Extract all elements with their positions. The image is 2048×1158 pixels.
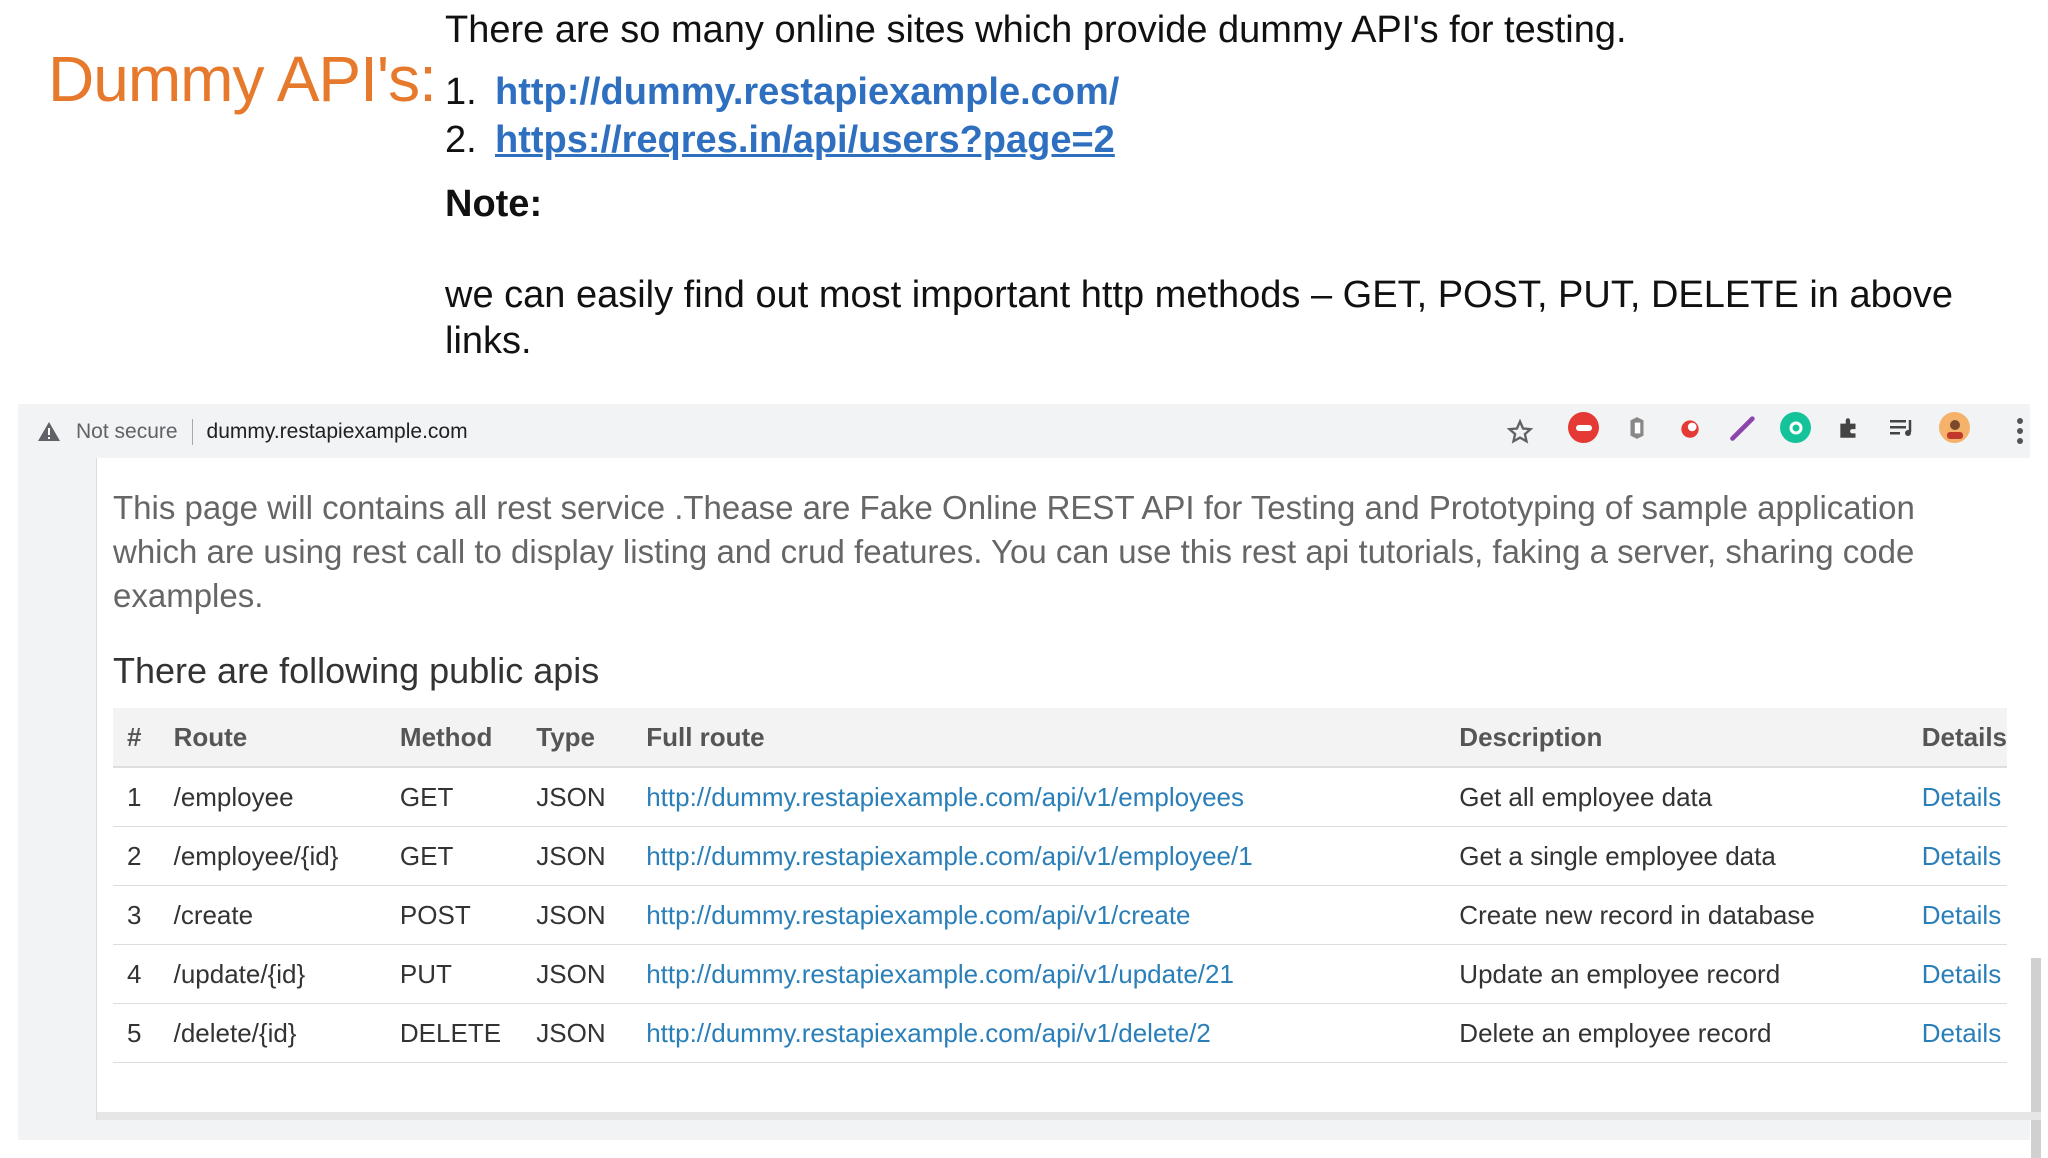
cell-type: JSON bbox=[522, 826, 633, 886]
reqres-link[interactable]: https://reqres.in/api/users?page=2 bbox=[495, 116, 1115, 164]
col-header-full-route: Full route bbox=[632, 708, 1446, 768]
media-control-icon[interactable] bbox=[1886, 412, 1917, 443]
cell-method: GET bbox=[385, 826, 523, 886]
feather-extension-icon[interactable] bbox=[1727, 412, 1758, 443]
extensions-bar bbox=[1568, 412, 1970, 443]
full-route-link[interactable]: http://dummy.restapiexample.com/api/v1/d… bbox=[632, 1003, 1446, 1063]
table-row: 4 /update/{id} PUT JSON http://dummy.res… bbox=[113, 944, 2007, 1004]
note-text: we can easily find out most important ht… bbox=[445, 274, 1954, 362]
cell-method: POST bbox=[385, 885, 523, 945]
red-extension-icon[interactable] bbox=[1568, 412, 1599, 443]
cell-route: /delete/{id} bbox=[159, 1003, 386, 1063]
browser-window: Not secure dummy.restapiexample.com This… bbox=[18, 404, 2041, 1158]
col-header-description: Description bbox=[1445, 708, 1908, 768]
intro-text: There are so many online sites which pro… bbox=[445, 9, 1627, 51]
cell-route: /employee/{id} bbox=[159, 826, 386, 886]
cell-type: JSON bbox=[522, 767, 633, 827]
cell-description: Get a single employee data bbox=[1445, 826, 1908, 886]
cell-type: JSON bbox=[522, 885, 633, 945]
cell-number: 4 bbox=[113, 944, 160, 1004]
col-header-type: Type bbox=[522, 708, 633, 768]
cell-method: GET bbox=[385, 767, 523, 827]
page-viewport: This page will contains all rest service… bbox=[96, 458, 2041, 1158]
details-link[interactable]: Details bbox=[1907, 767, 2007, 827]
cell-number: 5 bbox=[113, 1003, 160, 1063]
cell-route: /employee bbox=[159, 767, 386, 827]
scrollbar[interactable] bbox=[2031, 958, 2041, 1158]
cell-description: Delete an employee record bbox=[1445, 1003, 1908, 1063]
divider bbox=[191, 419, 193, 445]
details-link[interactable]: Details bbox=[1907, 826, 2007, 886]
cell-route: /update/{id} bbox=[159, 944, 386, 1004]
cell-type: JSON bbox=[522, 944, 633, 1004]
table-row: 5 /delete/{id} DELETE JSON http://dummy.… bbox=[113, 1003, 2007, 1063]
cell-number: 3 bbox=[113, 885, 160, 945]
section-heading: There are following public apis bbox=[113, 650, 600, 691]
api-table: # Route Method Type Full route Descripti… bbox=[113, 708, 2007, 1063]
table-row: 1 /employee GET JSON http://dummy.restap… bbox=[113, 767, 2007, 827]
details-link[interactable]: Details bbox=[1907, 1003, 2007, 1063]
details-link[interactable]: Details bbox=[1907, 944, 2007, 1004]
cell-type: JSON bbox=[522, 1003, 633, 1063]
cell-method: DELETE bbox=[385, 1003, 523, 1063]
full-route-link[interactable]: http://dummy.restapiexample.com/api/v1/u… bbox=[632, 944, 1446, 1004]
puzzle-icon[interactable] bbox=[1833, 412, 1864, 443]
col-header-route: Route bbox=[159, 708, 386, 768]
restapiexample-link[interactable]: http://dummy.restapiexample.com/ bbox=[495, 68, 1119, 116]
col-header-number: # bbox=[113, 708, 160, 768]
col-header-method: Method bbox=[385, 708, 523, 768]
link-item: 1. http://dummy.restapiexample.com/ bbox=[445, 68, 2005, 116]
table-row: 2 /employee/{id} GET JSON http://dummy.r… bbox=[113, 826, 2007, 886]
security-label[interactable]: Not secure bbox=[76, 420, 178, 444]
flame-extension-icon[interactable] bbox=[1674, 412, 1705, 443]
bookmark-star-icon[interactable] bbox=[1506, 418, 1534, 446]
grammarly-icon[interactable] bbox=[1780, 412, 1811, 443]
table-row: 3 /create POST JSON http://dummy.restapi… bbox=[113, 885, 2007, 945]
cell-description: Get all employee data bbox=[1445, 767, 1908, 827]
list-number: 1. bbox=[445, 71, 477, 113]
full-route-link[interactable]: http://dummy.restapiexample.com/api/v1/e… bbox=[632, 767, 1446, 827]
cell-number: 2 bbox=[113, 826, 160, 886]
cell-route: /create bbox=[159, 885, 386, 945]
address-bar[interactable]: Not secure dummy.restapiexample.com bbox=[18, 410, 1548, 454]
full-route-link[interactable]: http://dummy.restapiexample.com/api/v1/c… bbox=[632, 885, 1446, 945]
cell-description: Create new record in database bbox=[1445, 885, 1908, 945]
col-header-details: Details bbox=[1907, 708, 2007, 768]
slide-title: Dummy API's: bbox=[48, 43, 437, 115]
shield-extension-icon[interactable] bbox=[1621, 412, 1652, 443]
table-header-row: # Route Method Type Full route Descripti… bbox=[113, 708, 2007, 768]
url-text[interactable]: dummy.restapiexample.com bbox=[207, 420, 468, 444]
slide-body: There are so many online sites which pro… bbox=[445, 6, 2005, 364]
link-item: 2. https://reqres.in/api/users?page=2 bbox=[445, 116, 2005, 164]
warning-icon bbox=[36, 419, 62, 445]
note-heading: Note: bbox=[445, 183, 543, 225]
bottom-strip bbox=[97, 1112, 2041, 1120]
link-list: 1. http://dummy.restapiexample.com/ 2. h… bbox=[445, 68, 2005, 164]
full-route-link[interactable]: http://dummy.restapiexample.com/api/v1/e… bbox=[632, 826, 1446, 886]
page-description: This page will contains all rest service… bbox=[113, 489, 1915, 614]
cell-number: 1 bbox=[113, 767, 160, 827]
list-number: 2. bbox=[445, 119, 477, 161]
details-link[interactable]: Details bbox=[1907, 885, 2007, 945]
cell-method: PUT bbox=[385, 944, 523, 1004]
cell-description: Update an employee record bbox=[1445, 944, 1908, 1004]
profile-avatar[interactable] bbox=[1939, 412, 1970, 443]
more-menu-icon[interactable] bbox=[2014, 416, 2026, 446]
